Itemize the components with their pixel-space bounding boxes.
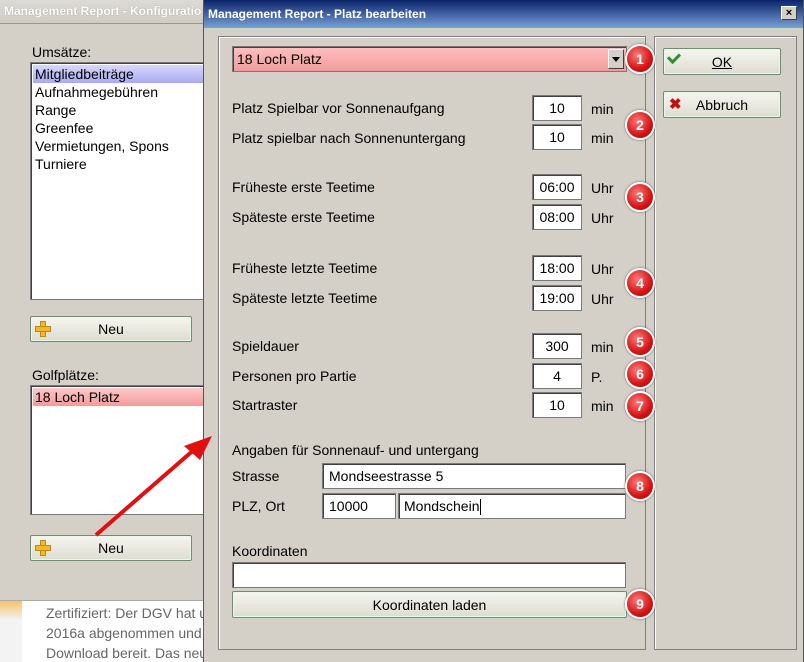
street-input[interactable]: Mondseestrasse 5 — [322, 463, 626, 489]
step-badge-4: 4 — [625, 268, 655, 298]
latest-first-teetime-input[interactable]: 08:00 — [532, 204, 582, 230]
startraster-unit: min — [591, 398, 614, 414]
personen-input[interactable]: 4 — [532, 363, 582, 389]
umsaetze-list[interactable]: Mitgliedbeiträge Aufnahmegebühren Range … — [30, 62, 220, 300]
sun-section-title: Angaben für Sonnenauf- und untergang — [232, 442, 479, 458]
city-input-value: Mondschein — [404, 498, 480, 514]
list-item[interactable]: Greenfee — [33, 119, 93, 137]
personen-label: Personen pro Partie — [232, 368, 357, 384]
background-window-titlebar: Management Report - Konfiguratio — [0, 0, 210, 24]
step-badge-6: 6 — [625, 359, 655, 389]
step-badge-3: 3 — [625, 182, 655, 212]
background-page-line: 2016a abgenommen und — [46, 625, 202, 641]
street-label: Strasse — [232, 468, 280, 484]
course-select[interactable]: 18 Loch Platz — [232, 46, 627, 72]
step-badge-2: 2 — [625, 110, 655, 140]
latest-first-teetime-unit: Uhr — [591, 210, 614, 226]
latest-last-teetime-label: Späteste letzte Teetime — [232, 290, 378, 306]
sunrise-input[interactable]: 10 — [532, 95, 582, 121]
list-item[interactable]: 18 Loch Platz — [33, 388, 217, 406]
list-item[interactable]: Mitgliedbeiträge — [33, 65, 217, 83]
new-golfplatz-button[interactable]: Neu — [30, 535, 192, 561]
cancel-button-label: Abbruch — [695, 96, 749, 113]
background-page-line: Zertifiziert: Der DGV hat u — [46, 605, 208, 621]
earliest-last-teetime-label: Früheste letzte Teetime — [232, 260, 378, 276]
button-panel — [654, 36, 797, 650]
plz-input[interactable]: 10000 — [322, 493, 396, 519]
spieldauer-label: Spieldauer — [232, 338, 299, 354]
golfplaetze-list[interactable]: 18 Loch Platz — [30, 385, 220, 515]
latest-last-teetime-input[interactable]: 19:00 — [532, 285, 582, 311]
golfplaetze-label: Golfplätze: — [32, 367, 99, 383]
startraster-label: Startraster — [232, 397, 298, 413]
course-select-value: 18 Loch Platz — [237, 51, 322, 67]
earliest-first-teetime-input[interactable]: 06:00 — [532, 174, 582, 200]
background-page-line: Download bereit. Das neu — [46, 645, 208, 661]
coordinates-input[interactable] — [232, 562, 626, 588]
earliest-last-teetime-unit: Uhr — [591, 261, 614, 277]
chevron-down-icon[interactable] — [608, 49, 624, 69]
step-badge-8: 8 — [625, 471, 655, 501]
step-badge-5: 5 — [625, 327, 655, 357]
list-item[interactable]: Vermietungen, Spons — [33, 137, 169, 155]
new-umsatz-button[interactable]: Neu — [30, 316, 192, 342]
city-input[interactable]: Mondschein — [398, 493, 626, 519]
dialog-title: Management Report - Platz bearbeiten — [208, 7, 427, 21]
personen-unit: P. — [591, 369, 603, 385]
ok-button[interactable]: OK — [663, 48, 781, 75]
load-coordinates-button-label: Koordinaten laden — [372, 596, 487, 613]
list-item[interactable]: Turniere — [33, 155, 87, 173]
new-golfplatz-button-label: Neu — [98, 540, 124, 556]
spieldauer-unit: min — [591, 339, 614, 355]
background-window: Management Report - Konfiguratio Umsätze… — [0, 0, 220, 600]
background-page: Zertifiziert: Der DGV hat u 2016a abgeno… — [0, 600, 210, 662]
umsaetze-label: Umsätze: — [32, 44, 92, 60]
sunrise-unit: min — [591, 101, 614, 117]
latest-last-teetime-unit: Uhr — [591, 291, 614, 307]
coordinates-label: Koordinaten — [232, 543, 308, 559]
close-button[interactable]: × — [781, 6, 797, 20]
latest-first-teetime-label: Späteste erste Teetime — [232, 209, 375, 225]
earliest-first-teetime-unit: Uhr — [591, 180, 614, 196]
cancel-button[interactable]: ✖ Abbruch — [663, 91, 781, 118]
plz-ort-label: PLZ, Ort — [232, 498, 285, 514]
sunset-input[interactable]: 10 — [532, 124, 582, 150]
earliest-last-teetime-input[interactable]: 18:00 — [532, 255, 582, 281]
sunset-unit: min — [591, 130, 614, 146]
step-badge-9: 9 — [625, 589, 655, 619]
load-coordinates-button[interactable]: Koordinaten laden — [232, 591, 627, 618]
list-item[interactable]: Aufnahmegebühren — [33, 83, 158, 101]
startraster-input[interactable]: 10 — [532, 392, 582, 418]
background-window-title: Management Report - Konfiguratio — [4, 4, 202, 18]
sunrise-label: Platz Spielbar vor Sonnenaufgang — [232, 100, 445, 116]
dialog-titlebar: Management Report - Platz bearbeiten × — [204, 0, 803, 28]
list-item[interactable]: Range — [33, 101, 76, 119]
step-badge-7: 7 — [625, 391, 655, 421]
sunset-label: Platz spielbar nach Sonnenuntergang — [232, 130, 466, 146]
new-umsatz-button-label: Neu — [98, 321, 124, 337]
step-badge-1: 1 — [625, 44, 655, 74]
spieldauer-input[interactable]: 300 — [532, 333, 582, 359]
background-page-stripe — [0, 601, 22, 662]
text-caret — [479, 499, 481, 516]
earliest-first-teetime-label: Früheste erste Teetime — [232, 179, 375, 195]
ok-button-label: OK — [711, 53, 733, 70]
